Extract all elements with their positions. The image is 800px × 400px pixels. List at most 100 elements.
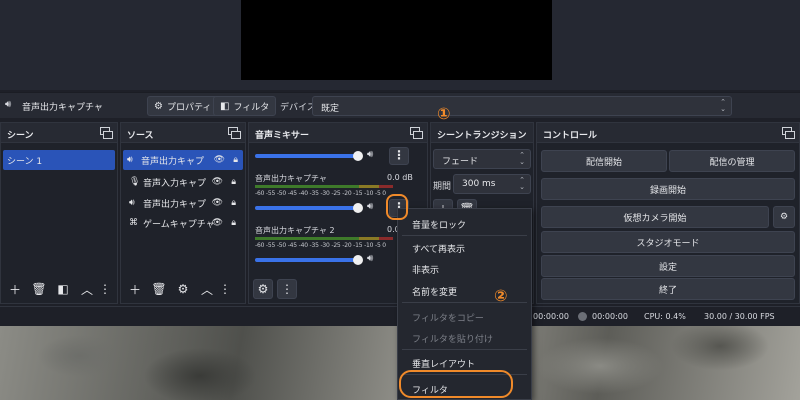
start-recording-button[interactable]: 録画開始 [541, 178, 795, 200]
slider-knob[interactable] [353, 151, 363, 161]
spin-arrows-icon: ⌃ ⌄ [519, 151, 525, 166]
speaker-icon[interactable]: 🔊︎ [367, 149, 373, 160]
duration-label: 期間 [433, 182, 452, 192]
speaker-icon[interactable]: 🔊︎ [367, 253, 373, 264]
trash-icon[interactable]: 🗑︎ [149, 279, 169, 299]
transition-type: フェード [442, 157, 479, 167]
duration-value: 300 ms [462, 179, 496, 189]
gear-icon[interactable]: ⚙ [253, 279, 273, 299]
filters-label: フィルタ [233, 102, 270, 113]
highlight-menu-button [386, 194, 408, 220]
filters-button[interactable]: ◧ フィルタ [213, 96, 277, 116]
start-streaming-button[interactable]: 配信開始 [541, 150, 667, 172]
studio-mode-button[interactable]: スタジオモード [541, 231, 795, 253]
sources-footer: ＋ 🗑︎ ⚙ ︿ ⋮ [121, 275, 245, 303]
volume-slider[interactable] [255, 206, 359, 210]
properties-button[interactable]: ⚙ プロパティ [147, 96, 219, 116]
controls-dock: コントロール 配信開始 配信の管理 録画開始 仮想カメラ開始 ⚙ スタジオモード… [536, 122, 800, 304]
undock-icon[interactable] [410, 127, 423, 139]
microphone-icon: 🎙︎ [129, 177, 141, 187]
scene-item[interactable]: シーン 1 [3, 150, 115, 170]
source-item-label: ゲームキャプチャ [143, 219, 215, 230]
more-icon[interactable]: ⋮ [99, 279, 111, 299]
scenes-dock: シーン シーン 1 ＋ 🗑︎ ◧ ︿ ⋮ [0, 122, 118, 304]
menu-item-lock-volume[interactable]: 音量をロック [412, 218, 466, 231]
add-icon[interactable]: ＋ [125, 279, 145, 299]
lock-icon[interactable]: 🔒︎ [233, 155, 238, 165]
channel-name: 音声出力キャプチャ 2 [255, 226, 335, 235]
speaker-icon[interactable]: 🔊︎ [367, 201, 373, 212]
add-icon[interactable]: ＋ [5, 279, 25, 299]
fps-readout: 30.00 / 30.00 FPS [704, 312, 775, 321]
source-item[interactable]: ⌘ ゲームキャプチャ 👁︎ 🔒︎ [125, 213, 241, 233]
lock-icon[interactable]: 🔒︎ [231, 218, 236, 228]
selected-source-name: 音声出力キャプチャ [22, 103, 103, 113]
undock-icon[interactable] [228, 127, 241, 139]
menu-separator [402, 302, 527, 303]
record-icon [578, 312, 587, 321]
chevron-up-icon[interactable]: ︿ [77, 279, 97, 299]
source-item[interactable]: 🔊︎ 音声出力キャプ 👁︎ 🔒︎ [125, 193, 241, 213]
eye-icon[interactable]: 👁︎ [212, 218, 223, 228]
lock-icon[interactable]: 🔒︎ [231, 177, 236, 187]
channel-db: 0.0 dB [387, 173, 413, 182]
slider-knob[interactable] [353, 255, 363, 265]
level-meter-red [379, 237, 393, 240]
filter-icon: ◧ [220, 100, 230, 112]
settings-button[interactable]: 設定 [541, 255, 795, 277]
menu-separator [402, 235, 527, 236]
device-value: 既定 [321, 104, 340, 114]
preview-canvas[interactable] [241, 0, 552, 80]
undock-icon[interactable] [100, 127, 113, 139]
transition-select[interactable]: フェード ⌃ ⌄ [433, 149, 531, 169]
device-label: デバイス [280, 103, 316, 113]
level-meter-green [255, 185, 359, 188]
undock-icon[interactable] [782, 127, 795, 139]
virtual-camera-settings-button[interactable]: ⚙ [773, 206, 795, 228]
meter-scale: -60 -55 -50 -45 -40 -35 -30 -25 -20 -15 … [255, 242, 386, 249]
gamepad-icon: ⌘ [129, 218, 138, 228]
more-icon[interactable]: ⋮ [219, 279, 231, 299]
more-icon[interactable]: ⋮ [277, 279, 297, 299]
sources-title: ソース [121, 123, 245, 143]
channel-name: 音声出力キャプチャ [255, 174, 327, 183]
speaker-icon: 🔊︎ [127, 155, 133, 165]
menu-item-hide[interactable]: 非表示 [412, 263, 439, 276]
duration-input[interactable]: 300 ms ⌃ ⌄ [453, 174, 531, 194]
more-icon[interactable]: ⋮ [389, 147, 409, 165]
exit-button[interactable]: 終了 [541, 278, 795, 300]
sources-dock: ソース 🔊︎ 音声出力キャプ 👁︎ 🔒︎ 🎙︎ 音声入力キャプ 👁︎ 🔒︎ 🔊︎… [120, 122, 246, 304]
speaker-icon: 🔊︎ [5, 99, 12, 110]
lock-icon[interactable]: 🔒︎ [231, 198, 236, 208]
eye-icon[interactable]: 👁︎ [214, 155, 225, 165]
record-time: 00:00:00 [592, 312, 628, 321]
source-item-label: 音声出力キャプ [143, 199, 207, 210]
volume-slider[interactable] [255, 154, 359, 158]
source-item[interactable]: 🔊︎ 音声出力キャプ 👁︎ 🔒︎ [123, 150, 243, 170]
chevron-up-icon[interactable]: ︿ [197, 279, 217, 299]
device-select[interactable]: 既定 ⌃ ⌄ [312, 96, 732, 116]
filter-icon[interactable]: ◧ [53, 279, 73, 299]
scene-item-label: シーン 1 [7, 156, 43, 167]
source-item-label: 音声出力キャプ [141, 156, 205, 167]
properties-label: プロパティ [166, 102, 212, 113]
menu-item-copy-filters: フィルタをコピー [412, 314, 484, 324]
source-item[interactable]: 🎙︎ 音声入力キャプ 👁︎ 🔒︎ [125, 172, 241, 192]
manage-stream-button[interactable]: 配信の管理 [669, 150, 795, 172]
level-meter-red [379, 185, 393, 188]
volume-slider[interactable] [255, 258, 359, 262]
menu-item-unhide-all[interactable]: すべて再表示 [412, 242, 465, 255]
gear-icon[interactable]: ⚙ [173, 279, 193, 299]
meter-scale: -60 -55 -50 -45 -40 -35 -30 -25 -20 -15 … [255, 190, 386, 197]
speaker-icon: 🔊︎ [129, 198, 135, 208]
trash-icon[interactable]: 🗑︎ [29, 279, 49, 299]
eye-icon[interactable]: 👁︎ [212, 177, 223, 187]
virtual-camera-button[interactable]: 仮想カメラ開始 [541, 206, 769, 228]
stream-time: 00:00:00 [533, 312, 569, 321]
menu-separator [402, 349, 527, 350]
eye-icon[interactable]: 👁︎ [212, 198, 223, 208]
menu-item-vertical-layout[interactable]: 垂直レイアウト [412, 357, 475, 370]
annotation-step-2: ② [494, 286, 508, 305]
slider-knob[interactable] [353, 203, 363, 213]
menu-item-rename[interactable]: 名前を変更 [412, 285, 457, 298]
